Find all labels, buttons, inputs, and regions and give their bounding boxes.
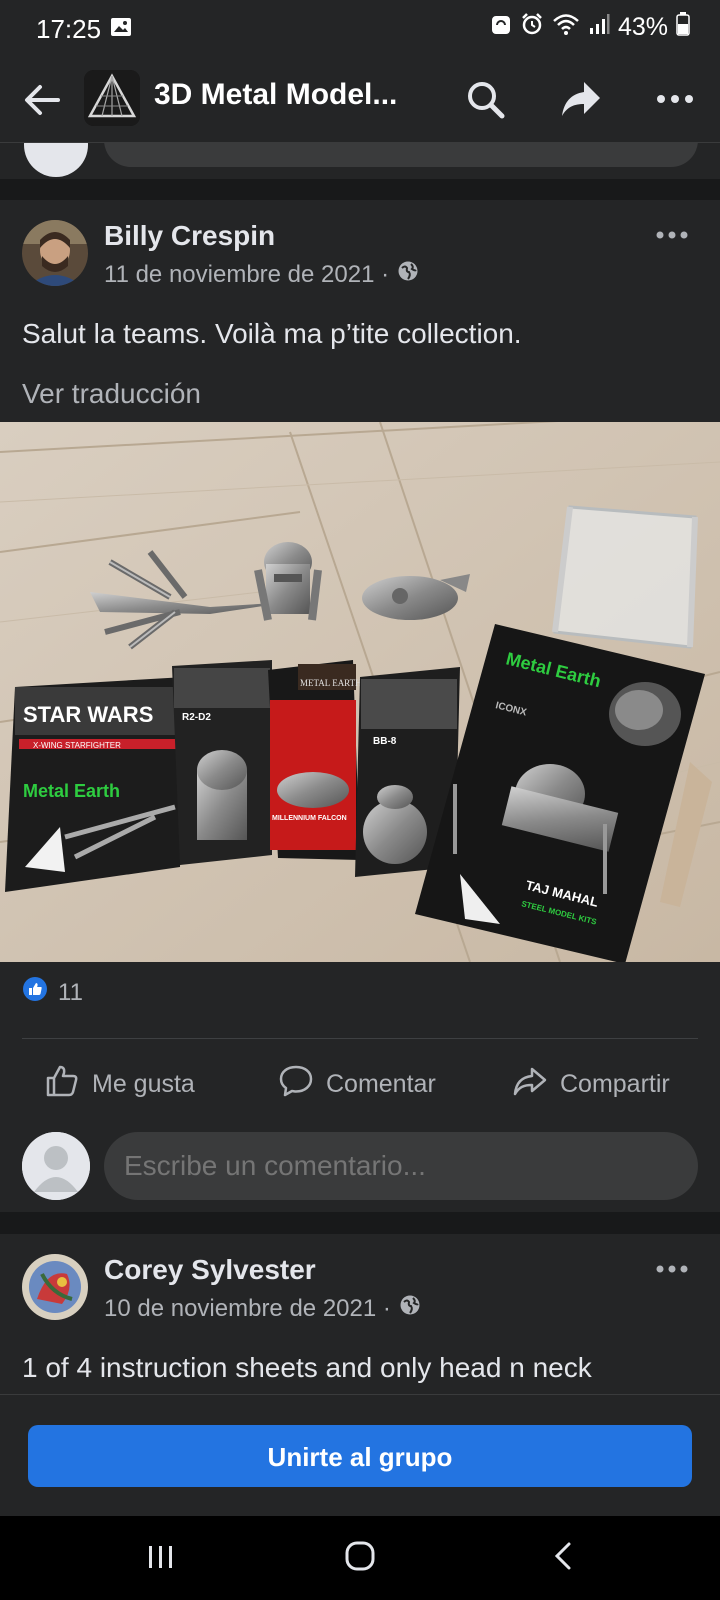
author-avatar[interactable] bbox=[22, 220, 88, 286]
comment-label: Comentar bbox=[326, 1069, 436, 1098]
status-time: 17:25 bbox=[36, 14, 102, 44]
battery-level: 43% bbox=[617, 13, 668, 41]
composer-input[interactable] bbox=[104, 143, 698, 167]
author-avatar[interactable] bbox=[22, 1254, 88, 1320]
recents-icon[interactable] bbox=[146, 1542, 176, 1577]
post-more-icon[interactable] bbox=[650, 220, 694, 250]
app-bar: 3D Metal Model... bbox=[0, 56, 720, 143]
join-bar: Unirte al grupo bbox=[0, 1394, 720, 1517]
battery-icon bbox=[676, 12, 690, 43]
signal-icon bbox=[588, 13, 610, 42]
kit2-sub: R2-D2 bbox=[182, 712, 211, 723]
group-title[interactable]: 3D Metal Model... bbox=[154, 78, 397, 112]
comment-button[interactable]: Comentar bbox=[278, 1052, 436, 1116]
post-photo-image: STAR WARS X-WING STARFIGHTER Metal Earth… bbox=[0, 422, 720, 962]
like-button[interactable]: Me gusta bbox=[44, 1052, 195, 1116]
post-card: Billy Crespin 11 de noviembre de 2021 · … bbox=[0, 200, 720, 1212]
kit3-sub: MILLENNIUM FALCON bbox=[272, 815, 347, 822]
globe-icon bbox=[397, 260, 419, 289]
more-icon[interactable] bbox=[652, 76, 698, 122]
like-label: Me gusta bbox=[92, 1069, 195, 1098]
gallery-icon bbox=[110, 16, 132, 43]
user-avatar[interactable] bbox=[22, 1132, 90, 1200]
composer-strip bbox=[0, 143, 720, 179]
author-name[interactable]: Billy Crespin bbox=[104, 220, 275, 252]
post-date-text[interactable]: 11 de noviembre de 2021 · bbox=[104, 261, 389, 289]
status-right: 43% bbox=[490, 12, 690, 43]
globe-icon bbox=[399, 1294, 421, 1323]
post-text: Salut la teams. Voilà ma p’tite collecti… bbox=[22, 318, 522, 349]
post-text: 1 of 4 instruction sheets and only head … bbox=[22, 1352, 592, 1383]
composer-avatar[interactable] bbox=[24, 143, 88, 177]
kit1-sub: X-WING STARFIGHTER bbox=[33, 741, 121, 750]
post-date: 11 de noviembre de 2021 · bbox=[104, 260, 419, 289]
post-card: Corey Sylvester 10 de noviembre de 2021 … bbox=[0, 1234, 720, 1394]
post-photo[interactable]: STAR WARS X-WING STARFIGHTER Metal Earth… bbox=[0, 422, 720, 962]
group-avatar[interactable] bbox=[84, 70, 140, 126]
kit1-metal-earth: Metal Earth bbox=[23, 781, 120, 801]
comment-input[interactable] bbox=[104, 1132, 698, 1200]
thumbs-up-icon bbox=[44, 1063, 80, 1106]
reactions-count: 11 bbox=[58, 978, 83, 1006]
post-date-text[interactable]: 10 de noviembre de 2021 · bbox=[104, 1295, 391, 1323]
reaction-summary[interactable]: 11 bbox=[22, 976, 83, 1009]
back-arrow-icon[interactable] bbox=[20, 78, 64, 122]
share-icon[interactable] bbox=[558, 76, 604, 122]
author-name[interactable]: Corey Sylvester bbox=[104, 1254, 316, 1286]
home-icon[interactable] bbox=[344, 1540, 376, 1577]
kit3-brand: METAL EARTH bbox=[300, 678, 362, 688]
back-nav-icon[interactable] bbox=[548, 1540, 580, 1577]
post-more-icon[interactable] bbox=[650, 1254, 694, 1284]
comment-icon bbox=[278, 1063, 314, 1106]
status-bar: 17:25 43% bbox=[0, 0, 720, 56]
join-group-button[interactable]: Unirte al grupo bbox=[28, 1425, 692, 1487]
wifi-icon bbox=[552, 12, 580, 43]
alarm-icon bbox=[520, 12, 544, 43]
share-arrow-icon bbox=[512, 1063, 548, 1106]
see-translation-link[interactable]: Ver traducción bbox=[22, 378, 201, 410]
system-nav-bar bbox=[0, 1516, 720, 1600]
share-button[interactable]: Compartir bbox=[512, 1052, 670, 1116]
kit1-brand: STAR WARS bbox=[23, 702, 153, 727]
divider bbox=[22, 1038, 698, 1039]
post-date: 10 de noviembre de 2021 · bbox=[104, 1294, 421, 1323]
kit4-sub: BB-8 bbox=[373, 736, 397, 747]
share-label: Compartir bbox=[560, 1069, 670, 1098]
search-icon[interactable] bbox=[462, 76, 508, 122]
sync-icon bbox=[490, 12, 512, 43]
like-reaction-icon bbox=[22, 976, 48, 1009]
